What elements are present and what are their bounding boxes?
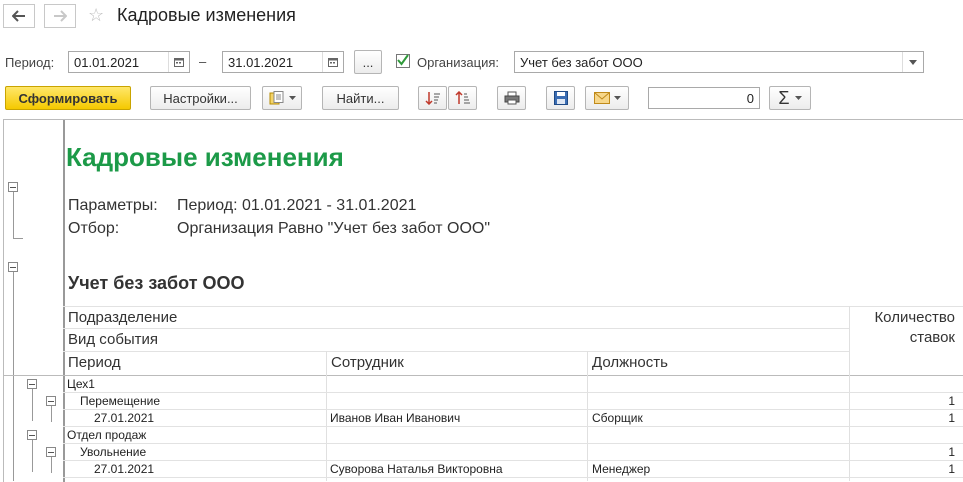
arrow-left-icon	[12, 10, 25, 22]
sort-ascending-icon	[424, 92, 440, 105]
row-employee[interactable]: Суворова Наталья Викторовна	[330, 462, 503, 476]
sort-descending-icon	[454, 91, 470, 104]
variants-menu-button[interactable]	[262, 86, 302, 110]
params-label: Параметры:	[68, 197, 158, 214]
checkmark-icon	[397, 54, 409, 66]
period-label: Период:	[5, 55, 55, 70]
collapse-group-toggle[interactable]	[46, 447, 56, 457]
row-count[interactable]: 1	[852, 394, 955, 408]
row-division-text[interactable]: Цех1	[67, 377, 95, 391]
grid-line	[63, 306, 963, 307]
row-count[interactable]: 1	[852, 462, 955, 476]
find-button[interactable]: Найти...	[322, 86, 399, 110]
header-count-line2: ставок	[909, 329, 955, 346]
sum-field[interactable]: 0	[648, 87, 760, 109]
organization-field[interactable]: Учет без забот ООО	[514, 51, 924, 73]
params-value: Период: 01.01.2021 - 31.01.2021	[177, 197, 417, 214]
header-count: Количество ставок	[852, 308, 955, 348]
envelope-icon	[593, 92, 610, 104]
sum-mode-button[interactable]: Σ	[769, 86, 811, 110]
row-period-text[interactable]: 27.01.2021	[94, 411, 154, 425]
calendar-icon[interactable]	[168, 52, 189, 72]
collapse-group-toggle[interactable]	[46, 396, 56, 406]
grid-line	[587, 351, 588, 481]
period-dash: –	[199, 54, 207, 69]
sort-ascending-button[interactable]	[418, 86, 447, 110]
save-button[interactable]	[546, 86, 575, 110]
grid-line	[3, 375, 963, 376]
window-title: Кадровые изменения	[117, 5, 296, 25]
generate-button[interactable]: Сформировать	[5, 86, 131, 110]
arrow-right-icon	[54, 10, 67, 22]
grid-line	[63, 460, 963, 461]
date-from-value: 01.01.2021	[74, 55, 140, 70]
grid-line	[63, 409, 963, 410]
chevron-down-icon[interactable]	[902, 52, 923, 72]
header-count-line1: Количество	[874, 309, 955, 326]
report-variants-icon	[269, 91, 283, 105]
row-count[interactable]: 1	[852, 445, 955, 459]
tree-line	[13, 238, 23, 239]
sort-descending-button[interactable]	[448, 86, 477, 110]
tree-line	[51, 457, 52, 473]
date-to-value: 31.01.2021	[228, 55, 294, 70]
row-division-text[interactable]: Отдел продаж	[67, 428, 146, 442]
send-email-button[interactable]	[585, 86, 629, 110]
report-title: Кадровые изменения	[66, 142, 344, 172]
row-position[interactable]: Менеджер	[592, 462, 650, 476]
row-event-text[interactable]: Увольнение	[80, 445, 146, 459]
grid-line	[63, 351, 849, 352]
row-period-text[interactable]: 27.01.2021	[94, 462, 154, 476]
sigma-icon: Σ	[778, 87, 790, 108]
floppy-disk-icon	[553, 91, 568, 105]
organization-value: Учет без забот ООО	[520, 55, 643, 70]
print-button[interactable]	[497, 86, 526, 110]
header-event: Вид события	[68, 331, 159, 348]
period-select-button[interactable]: ...	[354, 50, 382, 74]
header-division: Подразделение	[68, 309, 178, 326]
grid-line	[63, 426, 963, 427]
grid-line	[63, 477, 963, 478]
chevron-down-icon	[794, 96, 802, 100]
row-employee[interactable]: Иванов Иван Иванович	[330, 411, 460, 425]
filter-value: Организация Равно "Учет без забот ООО"	[177, 220, 491, 237]
forward-button[interactable]	[44, 4, 76, 28]
organization-heading: Учет без забот ООО	[68, 273, 245, 293]
grid-line	[326, 351, 327, 481]
collapse-group-toggle[interactable]	[27, 379, 37, 389]
header-position: Должность	[592, 354, 668, 371]
filter-label: Отбор:	[68, 220, 120, 237]
organization-label: Организация:	[417, 55, 500, 70]
report-area[interactable]	[3, 119, 963, 482]
back-button[interactable]	[3, 4, 35, 28]
calendar-icon[interactable]	[322, 52, 343, 72]
header-period: Период	[68, 354, 121, 371]
grid-line	[63, 328, 849, 329]
date-to-field[interactable]: 31.01.2021	[222, 51, 344, 73]
settings-button[interactable]: Настройки...	[150, 86, 251, 110]
collapse-group-toggle[interactable]	[27, 430, 37, 440]
collapse-parameters-toggle[interactable]	[8, 182, 18, 192]
header-employee: Сотрудник	[331, 354, 404, 371]
grid-line	[849, 306, 850, 481]
organization-checkbox[interactable]	[396, 54, 410, 68]
tree-line	[32, 440, 33, 472]
row-count[interactable]: 1	[852, 411, 955, 425]
sum-value: 0	[746, 91, 754, 106]
printer-icon	[504, 91, 519, 105]
grid-line	[63, 392, 963, 393]
date-from-field[interactable]: 01.01.2021	[68, 51, 190, 73]
tree-line	[13, 272, 14, 481]
tree-line	[51, 406, 52, 422]
tree-line	[32, 389, 33, 421]
chevron-down-icon	[288, 96, 296, 100]
collapse-organization-toggle[interactable]	[8, 262, 18, 272]
row-event-text[interactable]: Перемещение	[80, 394, 160, 408]
tree-line	[13, 192, 14, 238]
row-position[interactable]: Сборщик	[592, 411, 643, 425]
grid-line	[63, 443, 963, 444]
favorite-star-icon[interactable]: ☆	[88, 5, 104, 25]
chevron-down-icon	[613, 96, 621, 100]
